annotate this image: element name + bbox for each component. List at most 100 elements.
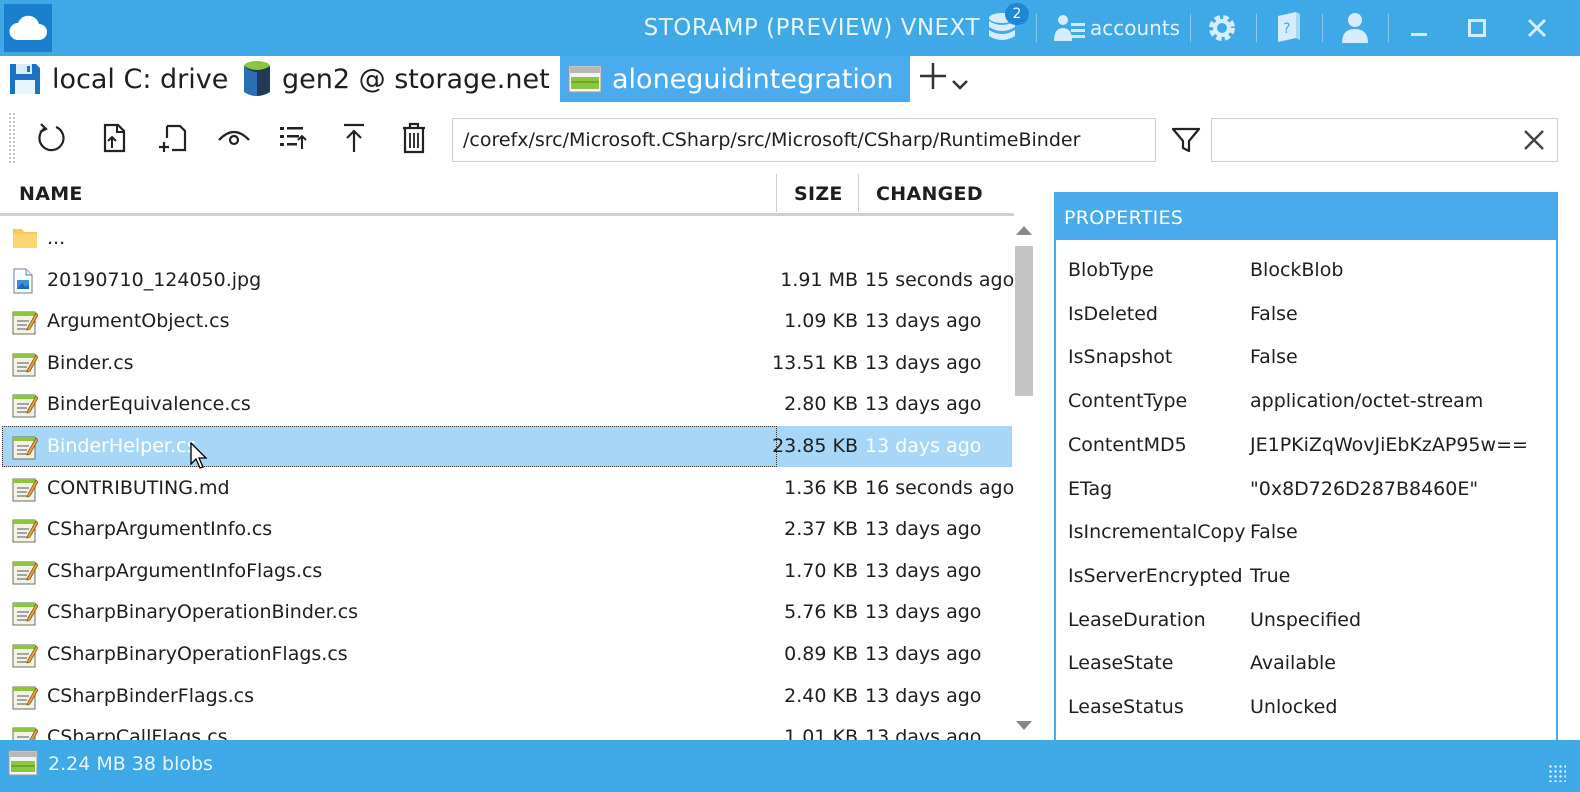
separator — [1322, 14, 1323, 42]
file-row[interactable]: CSharpArgumentInfoFlags.cs 1.70 KB 13 da… — [2, 551, 1012, 592]
tab-label: local C: drive — [52, 63, 229, 95]
file-size: 13.51 KB — [772, 351, 858, 374]
file-row[interactable]: CSharpBinaryOperationBinder.cs 5.76 KB 1… — [2, 592, 1012, 633]
close-icon[interactable] — [1520, 8, 1554, 48]
tab-bar: local C: drive gen2 @ storage.net aloneg… — [0, 56, 1580, 104]
file-name: CONTRIBUTING.md — [47, 476, 230, 499]
tab-gen2-storage[interactable]: gen2 @ storage.net — [242, 56, 550, 102]
file-name: CSharpArgumentInfoFlags.cs — [47, 559, 323, 582]
separator — [1256, 14, 1257, 42]
file-name: 20190710_124050.jpg — [47, 268, 262, 291]
chevron-down-icon — [952, 63, 968, 98]
property-value: False — [1250, 346, 1298, 369]
text-file-icon — [12, 725, 39, 740]
tab-label: aloneguidintegration — [612, 63, 894, 95]
filter-icon[interactable] — [1166, 120, 1206, 160]
upload-file-button[interactable] — [94, 118, 134, 158]
property-key: ETag — [1068, 477, 1113, 500]
accounts-label[interactable]: accounts — [1090, 0, 1180, 56]
maximize-icon[interactable] — [1460, 8, 1494, 48]
file-changed: 16 seconds ago — [865, 476, 1014, 499]
property-value: False — [1250, 302, 1298, 325]
file-list-scrollbar[interactable] — [1012, 222, 1036, 740]
properties-title: PROPERTIES — [1056, 194, 1556, 240]
property-value: "0x8D726D287B8460E" — [1250, 477, 1479, 500]
property-key: IsServerEncrypted — [1068, 564, 1243, 587]
plus-icon — [918, 61, 948, 99]
minimize-icon[interactable] — [1402, 8, 1436, 48]
svg-text:?: ? — [1283, 21, 1290, 37]
user-profile-icon[interactable] — [1334, 8, 1376, 48]
users-icon[interactable] — [1050, 8, 1088, 48]
scroll-up-arrow-icon[interactable] — [1015, 222, 1033, 240]
file-changed: 13 days ago — [865, 393, 982, 416]
text-file-icon — [12, 517, 39, 543]
property-key: ContentMD5 — [1068, 433, 1187, 456]
file-size: 5.76 KB — [784, 601, 858, 624]
file-name: BinderEquivalence.cs — [47, 393, 251, 416]
image-file-icon — [12, 268, 38, 294]
file-changed: 13 days ago — [865, 559, 982, 582]
text-file-icon — [12, 309, 39, 335]
file-row[interactable]: BinderHelper.cs 23.85 KB 13 days ago — [2, 426, 1012, 469]
add-tab-button[interactable] — [918, 60, 968, 100]
column-separator[interactable] — [858, 174, 859, 212]
file-name: CSharpBinderFlags.cs — [47, 684, 254, 707]
app-title: STORAMP (PREVIEW) VNEXT — [643, 15, 980, 41]
tab-label: gen2 @ storage.net — [282, 63, 550, 95]
file-name: CSharpArgumentInfo.cs — [47, 518, 273, 541]
file-row[interactable]: Binder.cs 13.51 KB 13 days ago — [2, 343, 1012, 384]
file-row[interactable]: CONTRIBUTING.md 1.36 KB 16 seconds ago — [2, 468, 1014, 509]
property-value: Hot — [1250, 731, 1283, 741]
column-header-name[interactable]: NAME — [19, 172, 83, 213]
property-key: StandardBlobTier — [1068, 731, 1232, 741]
column-header-changed[interactable]: CHANGED — [876, 172, 983, 213]
text-file-icon — [12, 476, 39, 502]
file-size: 2.37 KB — [784, 518, 858, 541]
file-row[interactable]: ArgumentObject.cs 1.09 KB 13 days ago — [2, 301, 1012, 342]
clear-filter-button[interactable] — [1516, 124, 1552, 156]
scroll-thumb[interactable] — [1015, 246, 1033, 396]
file-changed: 13 days ago — [865, 518, 982, 541]
column-separator[interactable] — [776, 174, 777, 212]
text-file-icon — [12, 392, 39, 418]
filter-input[interactable] — [1211, 118, 1558, 162]
scroll-down-arrow-icon[interactable] — [1015, 718, 1033, 736]
file-row[interactable]: CSharpArgumentInfo.cs 2.37 KB 13 days ag… — [2, 509, 1012, 550]
column-header-size[interactable]: SIZE — [794, 172, 843, 213]
toolbar-grip[interactable] — [8, 112, 16, 164]
file-row[interactable]: BinderEquivalence.cs 2.80 KB 13 days ago — [2, 384, 1012, 425]
cloud-logo-icon[interactable] — [4, 4, 52, 52]
file-row[interactable]: 20190710_124050.jpg 1.91 MB 15 seconds a… — [2, 260, 1014, 301]
file-name: ... — [47, 227, 66, 249]
file-row[interactable]: CSharpCallFlags.cs 1.01 KB 13 days ago — [2, 717, 1012, 740]
help-book-icon[interactable]: ? — [1268, 8, 1308, 48]
preview-button[interactable] — [214, 118, 254, 158]
file-changed: 13 days ago — [865, 684, 982, 707]
tab-local-drive[interactable]: local C: drive — [8, 56, 228, 102]
file-name: CSharpBinaryOperationFlags.cs — [47, 643, 348, 665]
file-size: 1.01 KB — [784, 726, 858, 740]
property-value: application/octet-stream — [1250, 390, 1484, 413]
new-file-button[interactable] — [154, 118, 194, 158]
properties-list-button[interactable] — [274, 118, 314, 158]
parent-folder-row[interactable]: ... — [2, 218, 1012, 259]
file-changed: 15 seconds ago — [865, 268, 1014, 291]
path-input[interactable] — [452, 118, 1156, 162]
resize-grip[interactable] — [1548, 764, 1566, 782]
separator — [1388, 14, 1389, 42]
text-file-icon — [12, 351, 39, 377]
property-key: IsDeleted — [1068, 302, 1158, 325]
property-key: IsIncrementalCopy — [1068, 521, 1246, 544]
gear-icon[interactable] — [1202, 8, 1242, 48]
file-size: 1.09 KB — [784, 310, 858, 333]
property-value: Unlocked — [1250, 696, 1338, 718]
file-row[interactable]: CSharpBinderFlags.cs 2.40 KB 13 days ago — [2, 676, 1012, 717]
delete-button[interactable] — [394, 118, 434, 158]
file-row[interactable]: CSharpBinaryOperationFlags.cs 0.89 KB 13… — [2, 634, 1012, 675]
go-up-button[interactable] — [334, 118, 374, 158]
tab-aloneguidintegration[interactable]: aloneguidintegration — [560, 56, 910, 102]
property-value: Unspecified — [1250, 608, 1362, 631]
refresh-button[interactable] — [32, 118, 72, 158]
text-file-icon — [12, 642, 39, 668]
